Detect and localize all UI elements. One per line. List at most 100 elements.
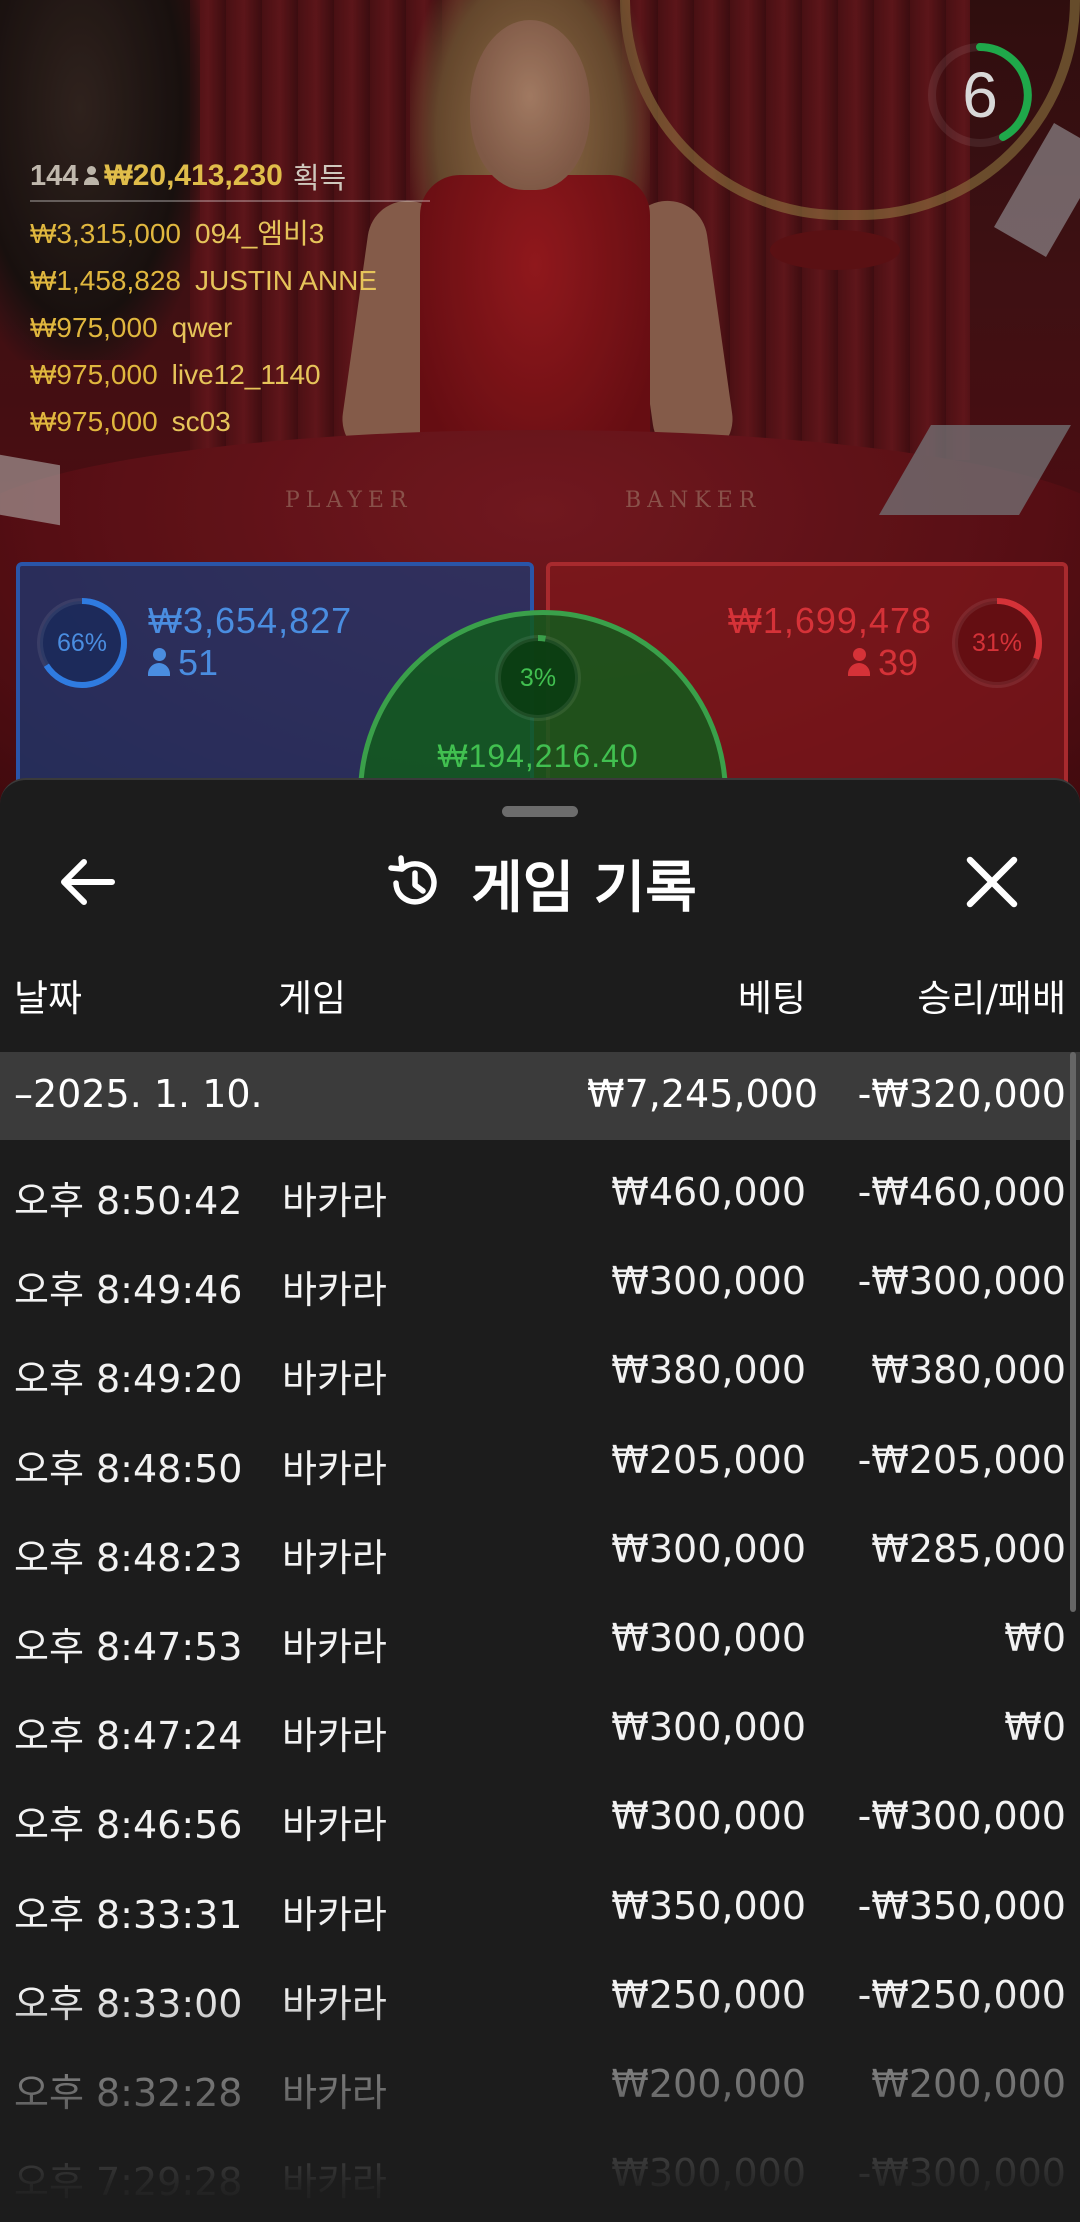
history-row[interactable]: 오후 8:33:00 바카라 ₩250,000 -₩250,000 bbox=[0, 1951, 1068, 2040]
banker-bettor-count: 39 bbox=[848, 642, 918, 684]
row-game: 바카라 bbox=[282, 1268, 387, 1313]
row-game: 바카라 bbox=[282, 1981, 387, 2026]
winner-amount: ₩1,458,828 bbox=[30, 265, 181, 296]
row-bet: ₩380,000 bbox=[611, 1348, 806, 1393]
winners-suffix: 획득 bbox=[292, 163, 347, 195]
history-icon bbox=[388, 855, 437, 905]
row-time: 오후 8:48:23 bbox=[14, 1535, 243, 1580]
row-game: 바카라 bbox=[282, 1714, 387, 1759]
winner-amount: ₩3,315,000 bbox=[30, 218, 181, 249]
row-time: 오후 8:50:42 bbox=[14, 1179, 243, 1223]
winner-name: live12_1140 bbox=[171, 359, 321, 390]
close-button[interactable] bbox=[952, 842, 1032, 922]
table-header: 날짜 게임 베팅 승리/패배 bbox=[0, 954, 1080, 1024]
winner-name: 094_엠비3 bbox=[195, 218, 325, 249]
player-percent: 66% bbox=[56, 629, 108, 657]
winner-row: ₩3,315,000 094_엠비3 bbox=[30, 210, 430, 257]
history-row[interactable]: 오후 8:46:56 바카라 ₩300,000 -₩300,000 bbox=[0, 1772, 1068, 1861]
scrollbar[interactable] bbox=[1070, 1052, 1076, 1612]
tie-bet-amount: ₩194,216.40 bbox=[437, 738, 639, 774]
banker-count-value: 39 bbox=[878, 642, 919, 683]
history-row[interactable]: 오후 8:49:46 바카라 ₩300,000 -₩300,000 bbox=[0, 1237, 1068, 1326]
row-winloss: ₩200,000 bbox=[871, 2061, 1066, 2106]
row-bet: ₩300,000 bbox=[611, 1259, 806, 1304]
history-row[interactable]: 오후 7:29:28 바카라 ₩300,000 -₩300,000 bbox=[0, 2129, 1068, 2218]
day-summary-row[interactable]: –2025. 1. 10. ₩7,245,000 -₩320,000 bbox=[0, 1052, 1080, 1140]
person-icon bbox=[84, 166, 100, 186]
close-icon bbox=[966, 856, 1018, 908]
col-bet: 베팅 bbox=[737, 977, 806, 1020]
row-bet: ₩200,000 bbox=[611, 2061, 806, 2106]
winners-panel: 144 ₩20,413,230 획득 ₩3,315,000 094_엠비3 ₩1,… bbox=[30, 154, 430, 445]
row-winloss: ₩285,000 bbox=[871, 1526, 1066, 1571]
row-winloss: -₩205,000 bbox=[857, 1437, 1066, 1482]
row-winloss: ₩0 bbox=[1004, 1615, 1066, 1660]
winners-summary: 144 ₩20,413,230 획득 bbox=[30, 154, 430, 198]
row-bet: ₩350,000 bbox=[611, 1883, 806, 1928]
row-bet: ₩300,000 bbox=[611, 2151, 806, 2196]
winner-name: qwer bbox=[171, 312, 233, 343]
divider bbox=[30, 200, 430, 202]
col-date: 날짜 bbox=[14, 977, 83, 1020]
sheet-drag-handle[interactable] bbox=[502, 806, 578, 817]
col-game: 게임 bbox=[278, 977, 347, 1020]
winner-name: sc03 bbox=[171, 406, 231, 437]
row-game: 바카라 bbox=[282, 2160, 387, 2205]
row-winloss: -₩300,000 bbox=[857, 1259, 1066, 1304]
tie-percent: 3% bbox=[519, 664, 557, 692]
person-icon bbox=[148, 648, 170, 678]
history-row[interactable]: 오후 8:48:23 바카라 ₩300,000 ₩285,000 bbox=[0, 1505, 1068, 1594]
banker-percent: 31% bbox=[971, 629, 1023, 657]
game-history-sheet: 게임 기록 날짜 게임 베팅 승리/패배 –2025. 1. 10. ₩7,24… bbox=[0, 778, 1080, 2222]
winner-row: ₩975,000 live12_1140 bbox=[30, 351, 430, 398]
history-row[interactable]: 오후 8:33:31 바카라 ₩350,000 -₩350,000 bbox=[0, 1862, 1068, 1951]
row-time: 오후 8:47:53 bbox=[14, 1624, 243, 1669]
sheet-header: 게임 기록 bbox=[0, 838, 1080, 928]
banker-percent-ring: 31% bbox=[947, 593, 1047, 693]
row-time: 오후 8:49:20 bbox=[14, 1357, 243, 1402]
history-row[interactable]: 오후 8:47:24 바카라 ₩300,000 ₩0 bbox=[0, 1683, 1068, 1772]
winners-count: 144 bbox=[30, 159, 79, 192]
history-row[interactable]: 오후 8:50:42 바카라 ₩460,000 -₩460,000 bbox=[0, 1148, 1068, 1237]
row-time: 오후 8:46:56 bbox=[14, 1803, 243, 1848]
row-game: 바카라 bbox=[282, 2070, 387, 2115]
row-bet: ₩460,000 bbox=[611, 1170, 806, 1214]
history-row[interactable]: 오후 8:47:53 바카라 ₩300,000 ₩0 bbox=[0, 1594, 1068, 1683]
row-winloss: -₩350,000 bbox=[857, 1883, 1066, 1928]
history-row[interactable]: 오후 8:32:28 바카라 ₩200,000 ₩200,000 bbox=[0, 2040, 1068, 2129]
row-game: 바카라 bbox=[282, 1179, 387, 1223]
row-time: 오후 8:49:46 bbox=[14, 1268, 243, 1313]
row-winloss: -₩300,000 bbox=[857, 2151, 1066, 2196]
winner-name: JUSTIN ANNE bbox=[195, 265, 378, 296]
row-time: 오후 8:33:31 bbox=[14, 1892, 243, 1937]
row-time: 오후 8:32:28 bbox=[14, 2070, 243, 2115]
col-winloss: 승리/패배 bbox=[917, 977, 1066, 1020]
row-game: 바카라 bbox=[282, 1803, 387, 1848]
player-bet-amount: ₩3,654,827 bbox=[148, 600, 353, 641]
day-bet-total: ₩7,245,000 bbox=[587, 1072, 818, 1116]
row-game: 바카라 bbox=[282, 1892, 387, 1937]
row-game: 바카라 bbox=[282, 1535, 387, 1580]
winner-row: ₩975,000 sc03 bbox=[30, 398, 430, 445]
winner-row: ₩975,000 qwer bbox=[30, 304, 430, 351]
winner-amount: ₩975,000 bbox=[30, 359, 158, 390]
row-time: 오후 7:29:28 bbox=[14, 2160, 243, 2205]
row-game: 바카라 bbox=[282, 1357, 387, 1402]
row-time: 오후 8:48:50 bbox=[14, 1446, 243, 1491]
row-bet: ₩300,000 bbox=[611, 1615, 806, 1660]
history-row[interactable]: 오후 8:48:50 바카라 ₩205,000 -₩205,000 bbox=[0, 1416, 1068, 1505]
winner-row: ₩1,458,828 JUSTIN ANNE bbox=[30, 257, 430, 304]
row-winloss: -₩460,000 bbox=[857, 1170, 1066, 1214]
row-winloss: ₩0 bbox=[1004, 1705, 1066, 1750]
winners-total: ₩20,413,230 bbox=[104, 159, 283, 192]
player-percent-ring: 66% bbox=[32, 593, 132, 693]
countdown-timer: 6 bbox=[925, 40, 1035, 150]
row-game: 바카라 bbox=[282, 1446, 387, 1491]
row-bet: ₩205,000 bbox=[611, 1437, 806, 1482]
history-row[interactable]: 오후 8:49:20 바카라 ₩380,000 ₩380,000 bbox=[0, 1326, 1068, 1415]
winner-amount: ₩975,000 bbox=[30, 312, 158, 343]
timer-value: 6 bbox=[962, 59, 998, 131]
row-time: 오후 8:47:24 bbox=[14, 1714, 243, 1759]
winners-list: ₩3,315,000 094_엠비3 ₩1,458,828 JUSTIN ANNE … bbox=[30, 210, 430, 445]
winner-amount: ₩975,000 bbox=[30, 406, 158, 437]
